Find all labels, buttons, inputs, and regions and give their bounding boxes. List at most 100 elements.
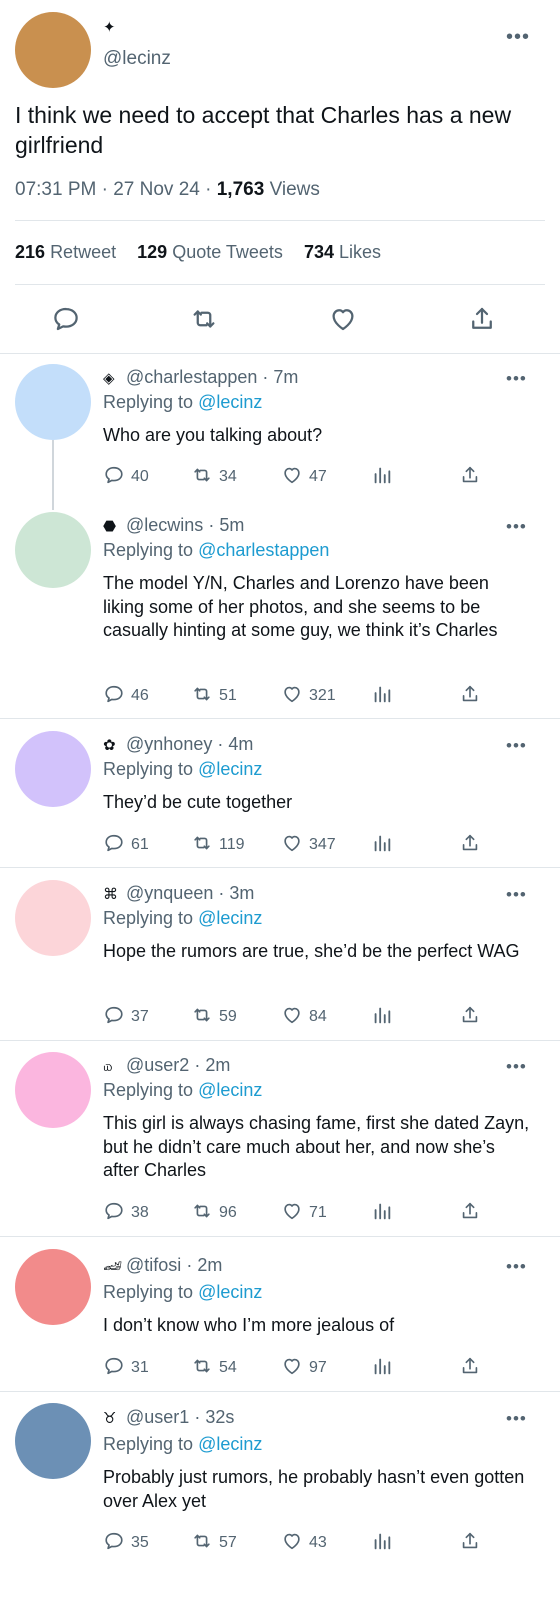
share-button[interactable]: [459, 1531, 487, 1555]
analytics-icon[interactable]: [371, 683, 399, 710]
like-icon[interactable]: [281, 1200, 309, 1227]
like-button[interactable]: 47: [281, 465, 327, 489]
analytics-button[interactable]: [371, 1356, 399, 1380]
analytics-icon[interactable]: [371, 1355, 399, 1382]
like-icon[interactable]: [281, 832, 309, 859]
more-options-icon[interactable]: •••: [506, 1257, 527, 1277]
reply-icon[interactable]: [103, 1004, 131, 1031]
retweets-count[interactable]: 216: [15, 242, 45, 262]
retweet-button[interactable]: 96: [191, 1201, 237, 1225]
reply-button[interactable]: 61: [103, 833, 149, 857]
more-options-icon[interactable]: •••: [506, 736, 527, 756]
reply-handle[interactable]: @user1: [126, 1407, 189, 1427]
reply-handle[interactable]: @charlestappen: [126, 367, 257, 387]
more-options-icon[interactable]: •••: [506, 27, 530, 47]
share-button[interactable]: [459, 1201, 487, 1225]
retweet-icon[interactable]: [191, 1004, 219, 1031]
retweet-icon[interactable]: [191, 832, 219, 859]
reply-icon[interactable]: [103, 1200, 131, 1227]
replying-to-handle[interactable]: @lecinz: [198, 1434, 262, 1454]
reply-avatar[interactable]: [15, 1403, 91, 1479]
quotes-label[interactable]: Quote Tweets: [172, 242, 283, 262]
more-options-icon[interactable]: •••: [506, 1057, 527, 1077]
analytics-icon[interactable]: [371, 464, 399, 491]
analytics-icon[interactable]: [371, 1200, 399, 1227]
like-icon[interactable]: [281, 1004, 309, 1031]
reply-handle[interactable]: @ynhoney: [126, 734, 212, 754]
views-label[interactable]: Views: [270, 179, 320, 200]
share-button[interactable]: [459, 1005, 487, 1029]
more-options-icon[interactable]: •••: [506, 369, 527, 389]
share-icon[interactable]: [467, 304, 497, 334]
like-icon[interactable]: [281, 464, 309, 491]
retweet-icon[interactable]: [191, 1200, 219, 1227]
retweet-button[interactable]: 59: [191, 1005, 237, 1029]
reply-icon[interactable]: [103, 1355, 131, 1382]
reply-handle[interactable]: @lecwins: [126, 515, 203, 535]
share-icon[interactable]: [459, 832, 487, 859]
share-button[interactable]: [459, 684, 487, 708]
replying-to-handle[interactable]: @lecinz: [198, 908, 262, 928]
analytics-button[interactable]: [371, 1005, 399, 1029]
reply-button[interactable]: 38: [103, 1201, 149, 1225]
reply-icon[interactable]: [103, 464, 131, 491]
reply-avatar[interactable]: [15, 1249, 91, 1325]
reply-handle[interactable]: @tifosi: [126, 1255, 181, 1275]
analytics-icon[interactable]: [371, 832, 399, 859]
share-button[interactable]: [459, 1356, 487, 1380]
like-icon[interactable]: [328, 304, 358, 334]
reply-handle[interactable]: @user2: [126, 1055, 189, 1075]
reply-avatar[interactable]: [15, 1052, 91, 1128]
replying-to-handle[interactable]: @charlestappen: [198, 540, 329, 560]
like-button[interactable]: 347: [281, 833, 336, 857]
share-button[interactable]: [459, 833, 487, 857]
retweet-button[interactable]: 57: [191, 1531, 237, 1555]
replying-to-handle[interactable]: @lecinz: [198, 392, 262, 412]
reply-button[interactable]: 31: [103, 1356, 149, 1380]
author-avatar[interactable]: [15, 12, 91, 88]
analytics-button[interactable]: [371, 1201, 399, 1225]
share-icon[interactable]: [459, 464, 487, 491]
share-icon[interactable]: [459, 1004, 487, 1031]
share-icon[interactable]: [459, 1200, 487, 1227]
analytics-button[interactable]: [371, 1531, 399, 1555]
analytics-button[interactable]: [371, 465, 399, 489]
reply-handle[interactable]: @ynqueen: [126, 883, 213, 903]
retweet-icon[interactable]: [191, 1530, 219, 1557]
replying-to-handle[interactable]: @lecinz: [198, 759, 262, 779]
like-icon[interactable]: [281, 1530, 309, 1557]
retweet-button[interactable]: 119: [191, 833, 245, 857]
reply-button[interactable]: 46: [103, 684, 149, 708]
retweets-label[interactable]: Retweet: [50, 242, 116, 262]
quotes-count[interactable]: 129: [137, 242, 167, 262]
like-button[interactable]: 84: [281, 1005, 327, 1029]
reply-icon[interactable]: [103, 832, 131, 859]
like-button[interactable]: 321: [281, 684, 336, 708]
share-icon[interactable]: [459, 1355, 487, 1382]
retweet-icon[interactable]: [189, 304, 219, 334]
reply-avatar[interactable]: [15, 731, 91, 807]
reply-icon[interactable]: [103, 1530, 131, 1557]
reply-button[interactable]: 40: [103, 465, 149, 489]
analytics-button[interactable]: [371, 684, 399, 708]
more-options-icon[interactable]: •••: [506, 1409, 527, 1429]
retweet-button[interactable]: 51: [191, 684, 237, 708]
replying-to-handle[interactable]: @lecinz: [198, 1282, 262, 1302]
like-button[interactable]: 43: [281, 1531, 327, 1555]
retweet-icon[interactable]: [191, 683, 219, 710]
reply-icon[interactable]: [51, 304, 81, 334]
author-handle[interactable]: @lecinz: [103, 48, 171, 70]
like-icon[interactable]: [281, 1355, 309, 1382]
more-options-icon[interactable]: •••: [506, 885, 527, 905]
reply-button[interactable]: 35: [103, 1531, 149, 1555]
analytics-icon[interactable]: [371, 1530, 399, 1557]
reply-avatar[interactable]: [15, 512, 91, 588]
retweet-button[interactable]: 34: [191, 465, 237, 489]
reply-button[interactable]: 37: [103, 1005, 149, 1029]
share-icon[interactable]: [459, 1530, 487, 1557]
share-icon[interactable]: [459, 683, 487, 710]
likes-label[interactable]: Likes: [339, 242, 381, 262]
reply-avatar[interactable]: [15, 880, 91, 956]
replying-to-handle[interactable]: @lecinz: [198, 1080, 262, 1100]
retweet-icon[interactable]: [191, 464, 219, 491]
